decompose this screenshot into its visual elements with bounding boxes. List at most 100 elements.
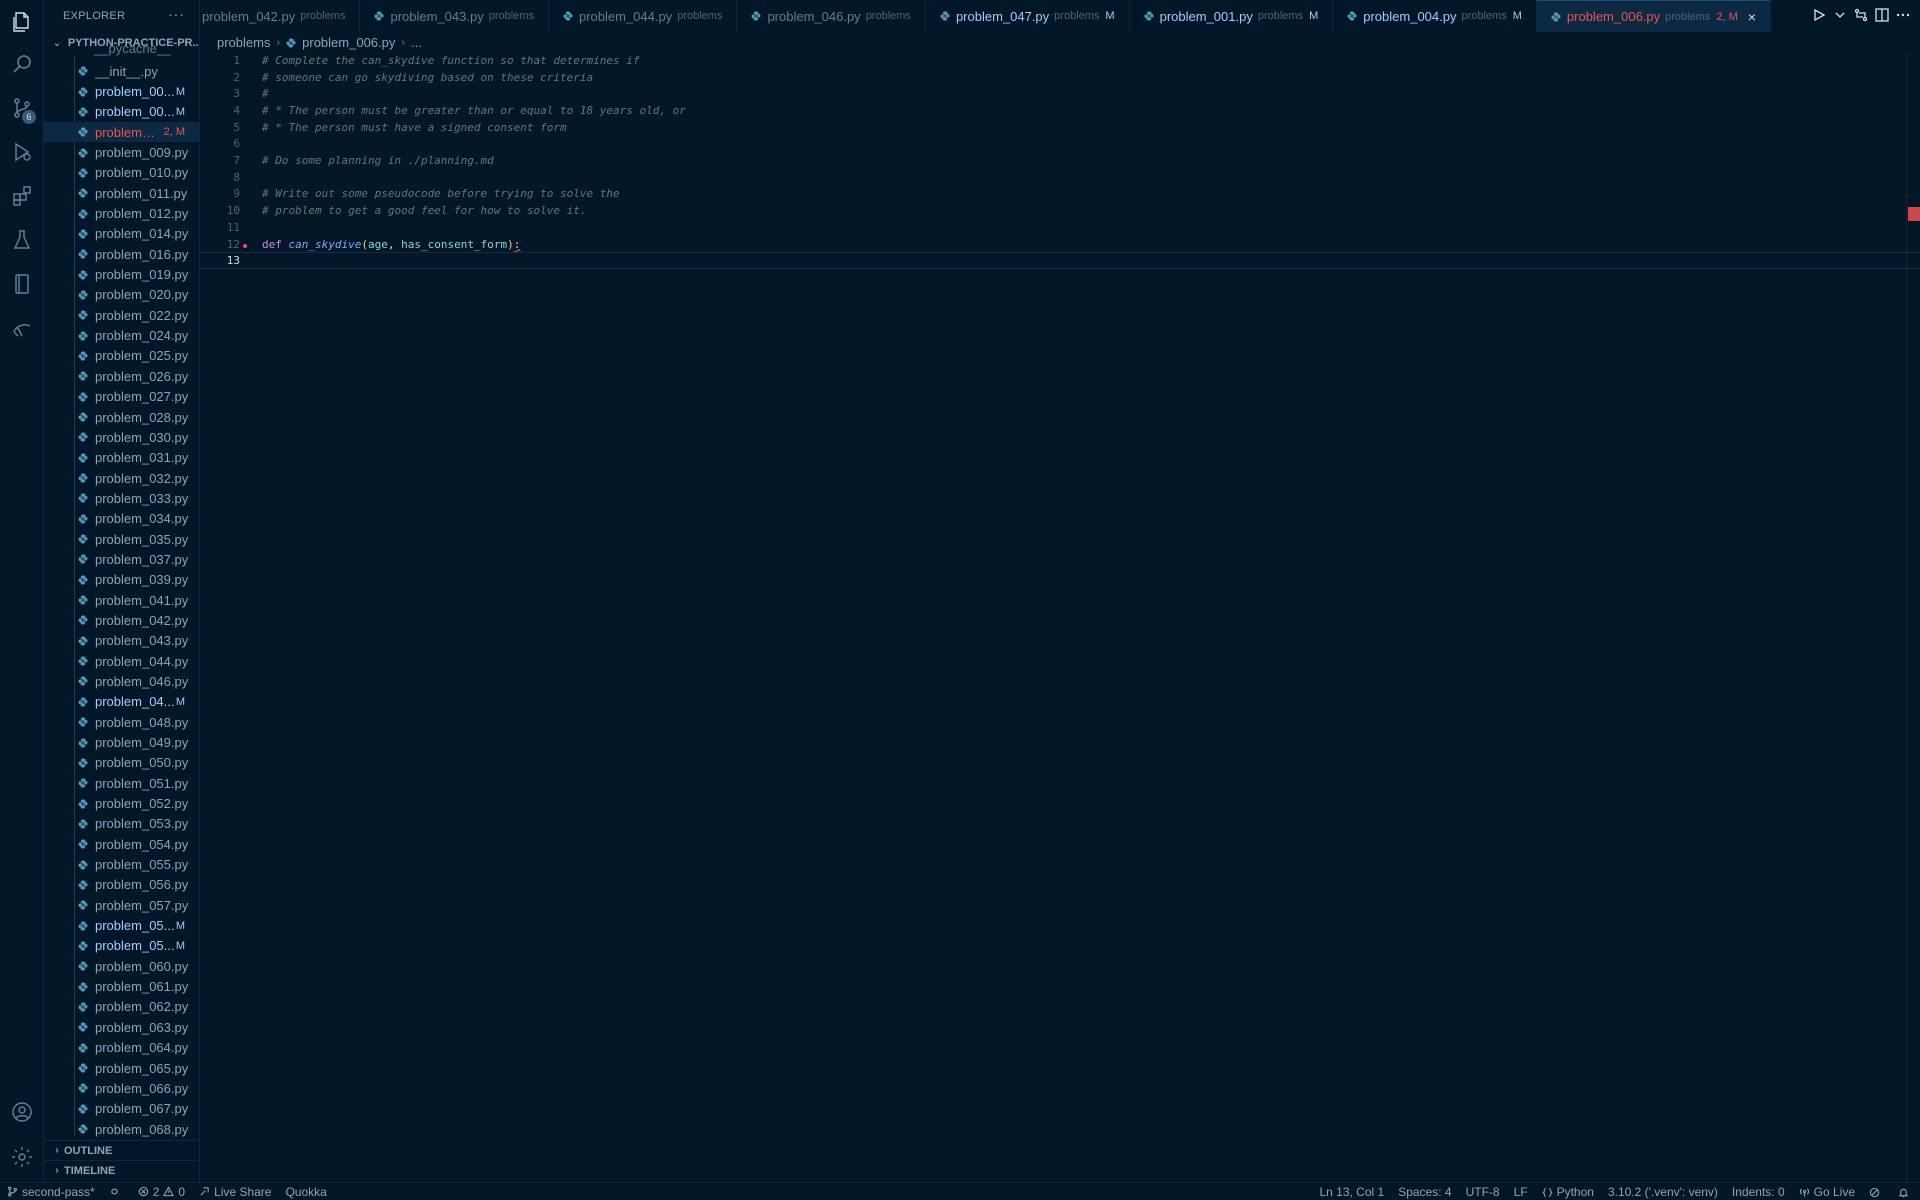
timeline-section[interactable]: › TIMELINE	[44, 1160, 199, 1180]
file-tree-item[interactable]: problem_... 2, M	[44, 122, 199, 143]
file-tree-item[interactable]: problem_009.py	[44, 142, 199, 162]
tree-item-partial[interactable]: __pycache__	[94, 46, 171, 56]
more-actions-icon[interactable]	[1895, 7, 1911, 26]
quokka-button[interactable]: Quokka	[278, 1185, 333, 1199]
editor-tab[interactable]: problem_004.py problems M	[1333, 0, 1537, 32]
testing-icon[interactable]	[0, 220, 44, 260]
file-tree-item[interactable]: problem_063.py	[44, 1017, 199, 1037]
file-tree-item[interactable]: problem_065.py	[44, 1058, 199, 1078]
encoding[interactable]: UTF-8	[1459, 1185, 1507, 1199]
overview-ruler[interactable]	[1906, 52, 1920, 1182]
run-python-icon[interactable]	[1811, 7, 1827, 26]
file-tree-item[interactable]: problem_024.py	[44, 325, 199, 345]
file-tree-item[interactable]: __init__.py	[44, 61, 199, 81]
file-tree-item[interactable]: problem_00... M	[44, 81, 199, 101]
breadcrumb-symbol[interactable]: ...	[411, 35, 422, 50]
file-tree-item[interactable]: problem_022.py	[44, 305, 199, 325]
file-tree-item[interactable]: problem_054.py	[44, 834, 199, 854]
chevron-down-icon[interactable]	[1832, 7, 1848, 26]
file-tree-item[interactable]: problem_019.py	[44, 264, 199, 284]
open-changes-icon[interactable]	[1853, 7, 1869, 26]
file-tree-item[interactable]: problem_055.py	[44, 854, 199, 874]
file-tree-item[interactable]: problem_028.py	[44, 407, 199, 427]
file-tree-item[interactable]: problem_031.py	[44, 448, 199, 468]
files-icon[interactable]	[0, 2, 44, 42]
editor-tab[interactable]: problem_047.py problems M	[926, 0, 1130, 32]
editor-tab[interactable]: problem_044.py problems	[549, 0, 738, 32]
file-tree-item[interactable]: problem_067.py	[44, 1099, 199, 1119]
file-tree-item[interactable]: problem_049.py	[44, 732, 199, 752]
file-tree-item[interactable]: problem_011.py	[44, 183, 199, 203]
file-tree-item[interactable]: problem_043.py	[44, 631, 199, 651]
file-tree-item[interactable]: problem_062.py	[44, 997, 199, 1017]
feedback-icon[interactable]	[1862, 1187, 1891, 1198]
file-tree-item[interactable]: problem_048.py	[44, 712, 199, 732]
file-tree-item[interactable]: problem_056.py	[44, 875, 199, 895]
file-tree-item[interactable]: problem_066.py	[44, 1078, 199, 1098]
file-tree-item[interactable]: problem_010.py	[44, 163, 199, 183]
editor-tab[interactable]: problem_043.py problems	[360, 0, 549, 32]
settings-gear-icon[interactable]	[0, 1137, 44, 1177]
file-tree-item[interactable]: problem_016.py	[44, 244, 199, 264]
file-tree-item[interactable]: problem_039.py	[44, 570, 199, 590]
file-tree-item[interactable]: problem_030.py	[44, 427, 199, 447]
close-icon[interactable]: ×	[1748, 9, 1756, 25]
file-tree-item[interactable]: problem_05... M	[44, 936, 199, 956]
run-debug-icon[interactable]	[0, 132, 44, 172]
file-tree-item[interactable]: problem_061.py	[44, 976, 199, 996]
file-tree-item[interactable]: problem_064.py	[44, 1038, 199, 1058]
split-editor-icon[interactable]	[1874, 7, 1890, 26]
file-tree-item[interactable]: problem_041.py	[44, 590, 199, 610]
file-tree-item[interactable]: problem_027.py	[44, 387, 199, 407]
python-interpreter[interactable]: 3.10.2 ('.venv': venv)	[1601, 1185, 1725, 1199]
breadcrumb-folder[interactable]: problems	[217, 35, 270, 50]
indents-count[interactable]: Indents: 0	[1725, 1185, 1792, 1199]
indent-spaces[interactable]: Spaces: 4	[1391, 1185, 1458, 1199]
code-editor[interactable]: 1 # Complete the can_skydive function so …	[200, 52, 1920, 1182]
end-of-line[interactable]: LF	[1507, 1185, 1535, 1199]
language-mode[interactable]: Python	[1535, 1185, 1601, 1199]
editor-tab[interactable]: problem_001.py problems M	[1130, 0, 1334, 32]
editor-tab[interactable]: problem_046.py problems	[737, 0, 926, 32]
file-tree-item[interactable]: problem_051.py	[44, 773, 199, 793]
file-tree-item[interactable]: problem_020.py	[44, 285, 199, 305]
file-tree-item[interactable]: problem_042.py	[44, 610, 199, 630]
breadcrumb-file[interactable]: problem_006.py	[302, 35, 395, 50]
branch-status[interactable]: second-pass*	[0, 1185, 102, 1199]
more-actions-icon[interactable]: ···	[168, 6, 185, 22]
notifications-bell-icon[interactable]	[1891, 1187, 1920, 1198]
file-tree-item[interactable]: problem_05... M	[44, 915, 199, 935]
file-tree-item[interactable]: problem_035.py	[44, 529, 199, 549]
editor-tab[interactable]: problem_006.py problems 2, M ×	[1536, 0, 1771, 32]
file-tree-item[interactable]: problem_012.py	[44, 203, 199, 223]
file-tree-item[interactable]: problem_034.py	[44, 509, 199, 529]
source-control-icon[interactable]: 6	[0, 88, 44, 128]
file-tree-item[interactable]: problem_014.py	[44, 224, 199, 244]
go-live-button[interactable]: Go Live	[1792, 1185, 1862, 1199]
file-tree-item[interactable]: problem_044.py	[44, 651, 199, 671]
file-tree-item[interactable]: problem_060.py	[44, 956, 199, 976]
file-tree-item[interactable]: problem_052.py	[44, 793, 199, 813]
file-tree-item[interactable]: problem_053.py	[44, 814, 199, 834]
file-tree-item[interactable]: problem_050.py	[44, 753, 199, 773]
editor-tab[interactable]: problem_042.py problems	[200, 0, 361, 32]
file-tree-item[interactable]: problem_025.py	[44, 346, 199, 366]
cursor-position[interactable]: Ln 13, Col 1	[1312, 1185, 1391, 1199]
live-share-button[interactable]: Live Share	[192, 1185, 278, 1199]
file-tree-item[interactable]: problem_00... M	[44, 102, 199, 122]
problems-status[interactable]: 2 0	[131, 1185, 192, 1199]
account-icon[interactable]	[0, 1092, 44, 1132]
file-tree-item[interactable]: problem_026.py	[44, 366, 199, 386]
notebook-icon[interactable]	[0, 264, 44, 304]
file-tree-item[interactable]: problem_037.py	[44, 549, 199, 569]
remote-explorer-icon[interactable]	[0, 308, 44, 348]
outline-section[interactable]: › OUTLINE	[44, 1140, 199, 1160]
file-tree-item[interactable]: problem_033.py	[44, 488, 199, 508]
file-tree-item[interactable]: problem_032.py	[44, 468, 199, 488]
extensions-icon[interactable]	[0, 176, 44, 216]
sync-icon[interactable]	[102, 1186, 131, 1197]
file-tree-item[interactable]: problem_068.py	[44, 1119, 199, 1139]
file-tree-item[interactable]: problem_04... M	[44, 692, 199, 712]
file-tree-item[interactable]: problem_046.py	[44, 671, 199, 691]
file-tree-item[interactable]: problem_057.py	[44, 895, 199, 915]
